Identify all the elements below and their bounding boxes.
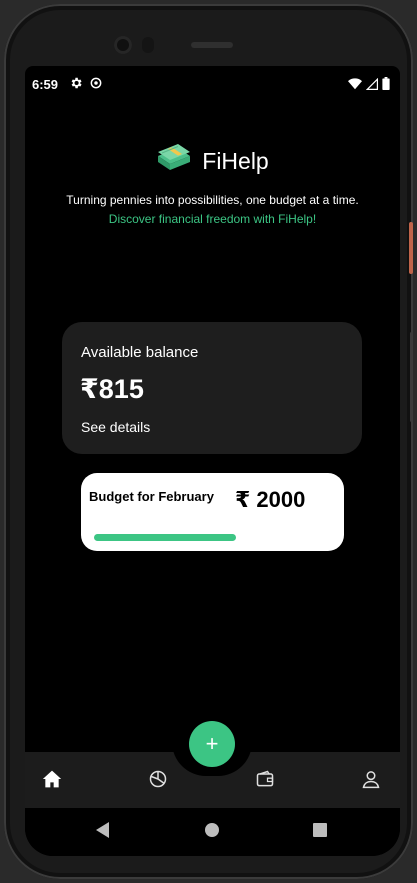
battery-icon <box>382 77 390 95</box>
status-bar: 6:59 <box>25 66 400 100</box>
see-details-link[interactable]: See details <box>81 419 150 435</box>
camera-sensor <box>142 37 154 53</box>
budget-label: Budget for February <box>89 489 214 504</box>
back-button[interactable] <box>93 821 113 843</box>
pie-chart-icon <box>148 769 168 794</box>
status-icons <box>348 77 390 95</box>
phone-frame: 6:59 FiHelp Turning pennies into possibi… <box>4 4 413 879</box>
balance-card: Available balance ₹815 See details <box>62 322 362 454</box>
recents-icon <box>313 822 327 842</box>
volume-button <box>410 332 413 422</box>
recents-button[interactable] <box>310 822 330 842</box>
tagline: Turning pennies into possibilities, one … <box>66 193 359 207</box>
settings-outline-icon <box>89 76 103 90</box>
home-icon <box>42 769 62 794</box>
add-button[interactable]: + <box>189 721 235 767</box>
front-camera <box>114 36 132 54</box>
nav-home[interactable] <box>40 769 64 793</box>
home-button[interactable] <box>202 822 222 842</box>
home-circle-icon <box>205 822 219 842</box>
money-stack-icon <box>156 144 192 179</box>
nav-wallet[interactable] <box>253 769 277 793</box>
budget-value: ₹ 2000 <box>235 487 306 512</box>
balance-label: Available balance <box>81 344 199 361</box>
status-time: 6:59 <box>32 77 59 92</box>
wifi-icon <box>348 77 362 95</box>
back-icon <box>96 821 110 843</box>
system-nav-bar <box>25 808 400 856</box>
profile-icon <box>361 769 381 794</box>
brand-header: FiHelp <box>25 144 400 179</box>
app-title: FiHelp <box>202 148 269 174</box>
budget-progress-bar <box>94 534 324 541</box>
signal-icon <box>365 77 378 95</box>
budget-card[interactable]: Budget for February ₹ 2000 <box>81 473 344 551</box>
wallet-icon <box>255 769 275 794</box>
settings-icon <box>69 76 83 90</box>
power-button <box>409 222 413 274</box>
nav-stats[interactable] <box>146 769 170 793</box>
balance-value: ₹815 <box>80 374 144 404</box>
budget-progress-fill <box>94 534 236 541</box>
app-screen: 6:59 FiHelp Turning pennies into possibi… <box>25 66 400 856</box>
earpiece-speaker <box>191 42 233 48</box>
subtagline: Discover financial freedom with FiHelp! <box>108 212 317 226</box>
nav-profile[interactable] <box>359 769 383 793</box>
